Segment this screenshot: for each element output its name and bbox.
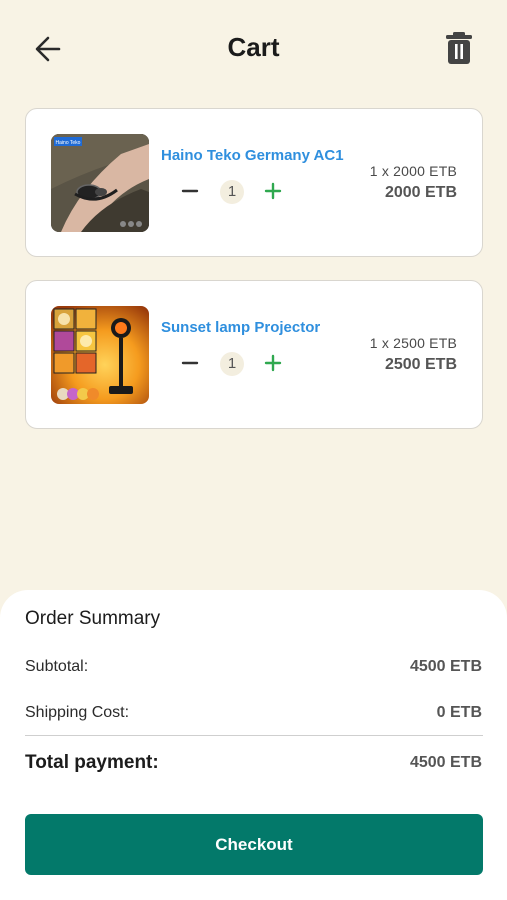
total-payment-value: 4500 ETB [409, 754, 482, 771]
product-image[interactable]: Haino Teko [51, 134, 149, 232]
checkout-button[interactable]: Checkout [25, 814, 483, 875]
cart-item-card: Sunset lamp Projector 1 1 x 2500 ETB 250… [25, 280, 483, 429]
product-photo-bracelet: Haino Teko [51, 134, 149, 232]
decrease-quantity-button[interactable] [178, 351, 202, 375]
cart-item-card: Haino Teko Haino Teko Germany AC1 1 1 x … [25, 108, 483, 257]
increase-quantity-button[interactable] [261, 351, 285, 375]
quantity-value: 1 [220, 180, 244, 204]
plus-icon [264, 354, 282, 372]
order-summary-panel: Order Summary Subtotal: 4500 ETB Shippin… [0, 590, 507, 900]
shipping-value: 0 ETB [436, 704, 482, 721]
product-photo-lamp [51, 306, 149, 404]
quantity-value: 1 [220, 352, 244, 376]
subtotal-label: Subtotal: [25, 658, 89, 675]
line-total: 2000 ETB [384, 184, 457, 201]
unit-price: 1 x 2000 ETB [369, 163, 457, 179]
plus-icon [264, 182, 282, 200]
svg-text:Haino Teko: Haino Teko [56, 140, 81, 146]
summary-divider [25, 735, 483, 736]
increase-quantity-button[interactable] [261, 179, 285, 203]
product-name[interactable]: Sunset lamp Projector [161, 319, 320, 336]
subtotal-value: 4500 ETB [409, 658, 482, 675]
unit-price: 1 x 2500 ETB [369, 335, 457, 351]
product-image[interactable] [51, 306, 149, 404]
product-name[interactable]: Haino Teko Germany AC1 [161, 147, 344, 164]
app-header: Cart [0, 0, 507, 98]
total-payment-label: Total payment: [25, 752, 159, 773]
minus-icon [181, 189, 199, 193]
trash-icon [446, 32, 472, 64]
page-title: Cart [227, 32, 280, 62]
decrease-quantity-button[interactable] [178, 179, 202, 203]
shipping-label: Shipping Cost: [25, 704, 130, 721]
line-total: 2500 ETB [384, 356, 457, 373]
minus-icon [181, 361, 199, 365]
clear-cart-button[interactable] [440, 28, 478, 68]
order-summary-title: Order Summary [25, 608, 161, 629]
